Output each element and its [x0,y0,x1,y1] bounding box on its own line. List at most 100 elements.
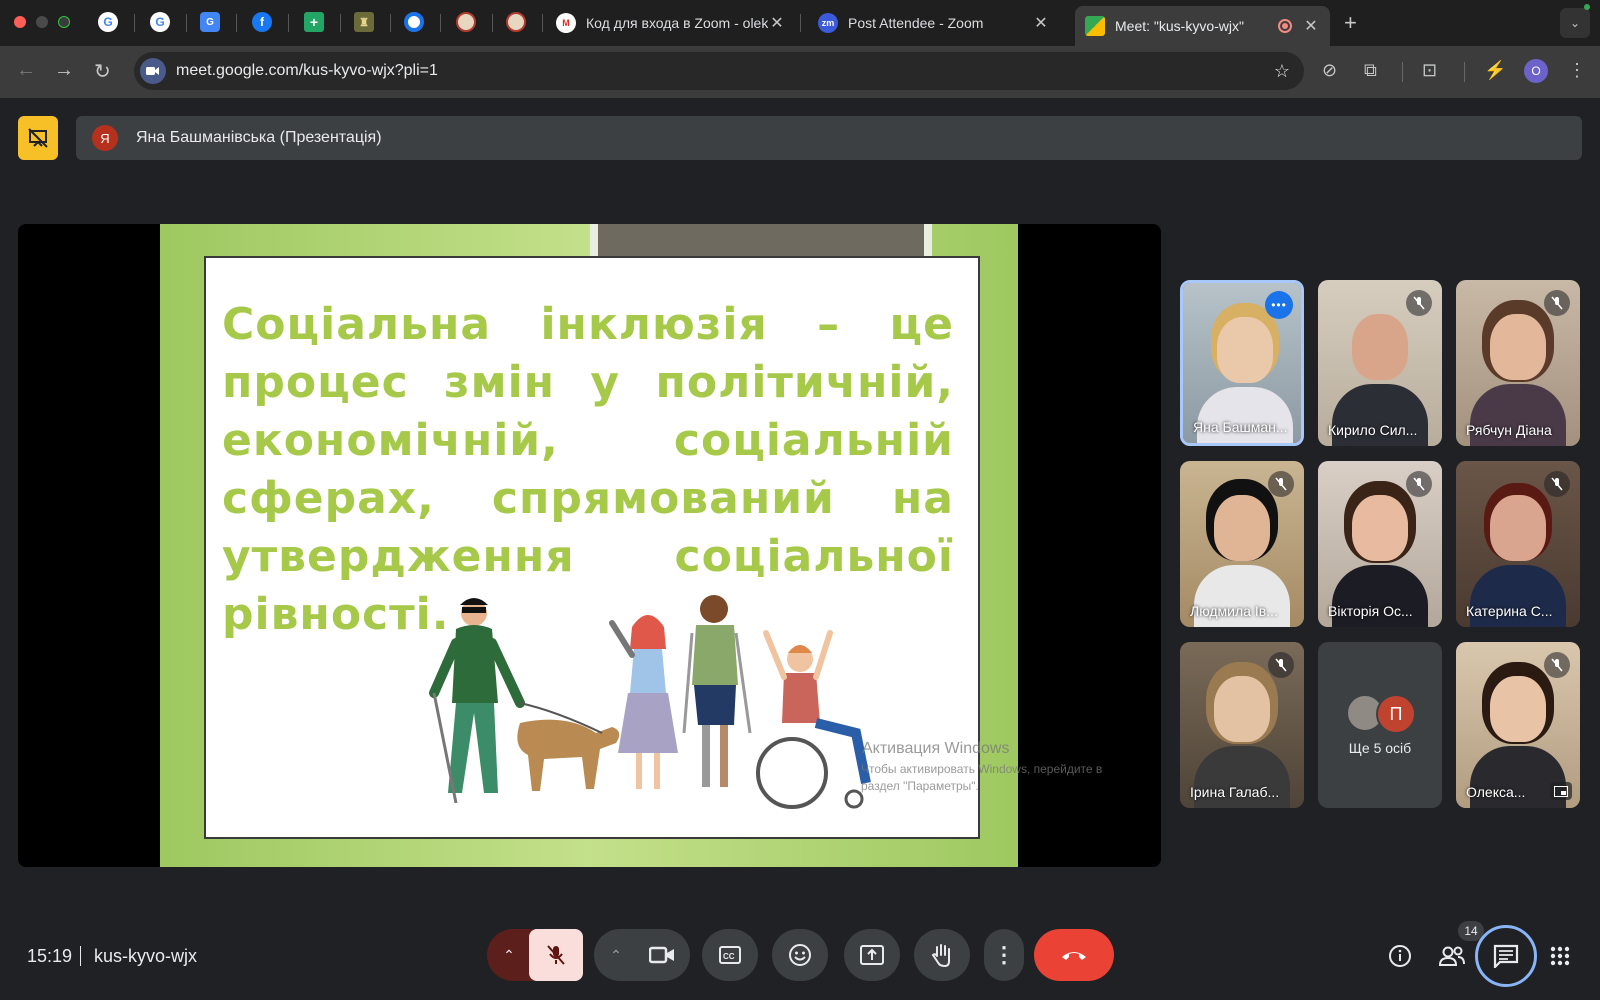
presenter-label: Яна Башманівська (Презентація) [136,129,382,146]
reload-icon[interactable]: ↻ [94,59,111,84]
hang-up-icon [1062,952,1086,960]
close-window-button[interactable] [14,16,26,28]
browser-toolbar: ← → ↻ meet.google.com/kus-kyvo-wjx?pli=1… [0,46,1600,98]
participant-avatar: П [1376,694,1416,734]
people-button[interactable] [1437,941,1467,971]
participant-name: Рябчун Діана [1466,422,1552,438]
participant-tile[interactable]: Рябчун Діана [1456,280,1580,446]
mic-off-icon [1268,471,1294,497]
unpin-presentation-button[interactable] [18,116,58,160]
reactions-button[interactable] [772,929,828,981]
new-tab-icon[interactable]: + [1344,10,1357,36]
recording-icon [1278,19,1292,33]
sheets-icon[interactable]: + [304,12,324,32]
facebook-icon[interactable]: f [252,12,272,32]
activities-button[interactable] [1545,941,1575,971]
tab-divider [492,14,493,32]
participant-tile[interactable]: ••• Яна Башман... [1180,280,1304,446]
people-icon [1438,946,1465,966]
svg-text:CC: CC [723,952,735,961]
camera-controls: ⌃ [594,929,690,981]
tab-title: Код для входа в Zoom - olek [586,15,768,31]
participant-tile[interactable]: Ірина Галаб... [1180,642,1304,808]
zoom-window-button[interactable] [58,16,70,28]
seal-icon[interactable] [506,12,526,32]
extensions-icon[interactable]: ⧉ [1364,60,1377,81]
forward-icon[interactable]: → [54,59,74,82]
camera-toggle-button[interactable] [638,946,686,964]
zoom-icon: zm [818,13,838,33]
toolbar-divider [1464,62,1465,82]
presentation-off-icon [28,128,48,148]
captions-button[interactable]: CC [702,929,758,981]
screenshot-icon[interactable]: ⊡ [1422,60,1437,81]
picture-in-picture-icon[interactable] [1550,782,1572,800]
tab-zoom[interactable]: zm Post Attendee - Zoom ✕ [808,6,1060,40]
tab-divider [134,14,135,32]
raise-hand-button[interactable] [914,929,970,981]
tab-divider [440,14,441,32]
windows-activation-title: Активация Windows [862,740,1010,757]
more-options-icon[interactable]: ••• [1265,291,1293,319]
mic-off-icon [547,945,565,965]
minimize-window-button[interactable] [36,16,48,28]
close-tab-icon[interactable]: ✕ [768,13,786,33]
translate-icon[interactable]: G [200,12,220,32]
back-icon[interactable]: ← [16,59,36,82]
seal-icon[interactable] [456,12,476,32]
mic-toggle-button[interactable] [529,929,583,981]
participant-name: Катерина С... [1466,603,1553,619]
performance-icon[interactable]: ⚡ [1484,60,1506,81]
mic-off-icon [1544,652,1570,678]
participant-tile[interactable]: Олекса... [1456,642,1580,808]
participant-tile[interactable]: Вікторія Ос... [1318,461,1442,627]
more-options-button[interactable]: ⋮ [984,929,1024,981]
mic-controls: ⌃ [487,929,583,981]
browser-menu-icon[interactable]: ⋮ [1568,60,1586,81]
address-bar[interactable]: meet.google.com/kus-kyvo-wjx?pli=1 ☆ [134,52,1304,90]
tab-divider [800,14,801,32]
toolbar-divider [1402,62,1403,82]
gmail-icon: M [556,13,576,33]
meeting-details-button[interactable] [1385,941,1415,971]
crest-icon[interactable]: ♜ [354,12,374,32]
participant-tile[interactable]: Кирило Сил... [1318,280,1442,446]
google-icon[interactable]: G [98,12,118,32]
close-tab-icon[interactable]: ✕ [1032,13,1050,33]
participant-name: Олекса... [1466,784,1526,800]
leave-call-button[interactable] [1034,929,1114,981]
present-button[interactable] [844,929,900,981]
presentation-banner: Я Яна Башманівська (Презентація) [76,116,1582,160]
present-screen-icon [860,945,884,965]
more-participants-label: Ще 5 осіб [1348,740,1412,756]
profile-avatar[interactable]: O [1524,59,1548,83]
target-icon[interactable] [404,12,424,32]
incognito-icon[interactable]: ⊘ [1322,60,1337,81]
chat-button[interactable] [1475,925,1537,987]
tab-meet[interactable]: Meet: "kus-kyvo-wjx" ✕ [1075,6,1330,46]
inclusion-illustration [429,595,871,809]
more-vert-icon: ⋮ [993,942,1015,967]
tab-gmail[interactable]: M Код для входа в Zoom - olek ✕ [546,6,796,40]
windows-activation-line2: раздел "Параметры". [861,779,979,793]
participant-tile[interactable]: Катерина С... [1456,461,1580,627]
video-options-icon[interactable]: ⌃ [594,947,638,964]
mic-off-icon [1544,290,1570,316]
bookmark-star-icon[interactable]: ☆ [1274,61,1290,82]
close-tab-icon[interactable]: ✕ [1302,16,1320,36]
participant-tile[interactable]: Людмила Ів... [1180,461,1304,627]
audio-options-icon[interactable]: ⌃ [487,947,531,964]
participant-name: Кирило Сил... [1328,422,1418,438]
mic-off-icon [1544,471,1570,497]
divider [80,946,81,966]
tab-divider [186,14,187,32]
tab-search-icon[interactable]: ⌄ [1560,8,1590,38]
tab-divider [390,14,391,32]
more-participants-tile[interactable]: П Ще 5 осіб [1318,642,1442,808]
site-info-icon[interactable] [140,58,166,84]
tab-title: Post Attendee - Zoom [848,15,984,31]
emoji-icon [789,944,811,966]
tab-divider [542,14,543,32]
google-icon[interactable]: G [150,12,170,32]
apps-grid-icon [1550,946,1570,966]
